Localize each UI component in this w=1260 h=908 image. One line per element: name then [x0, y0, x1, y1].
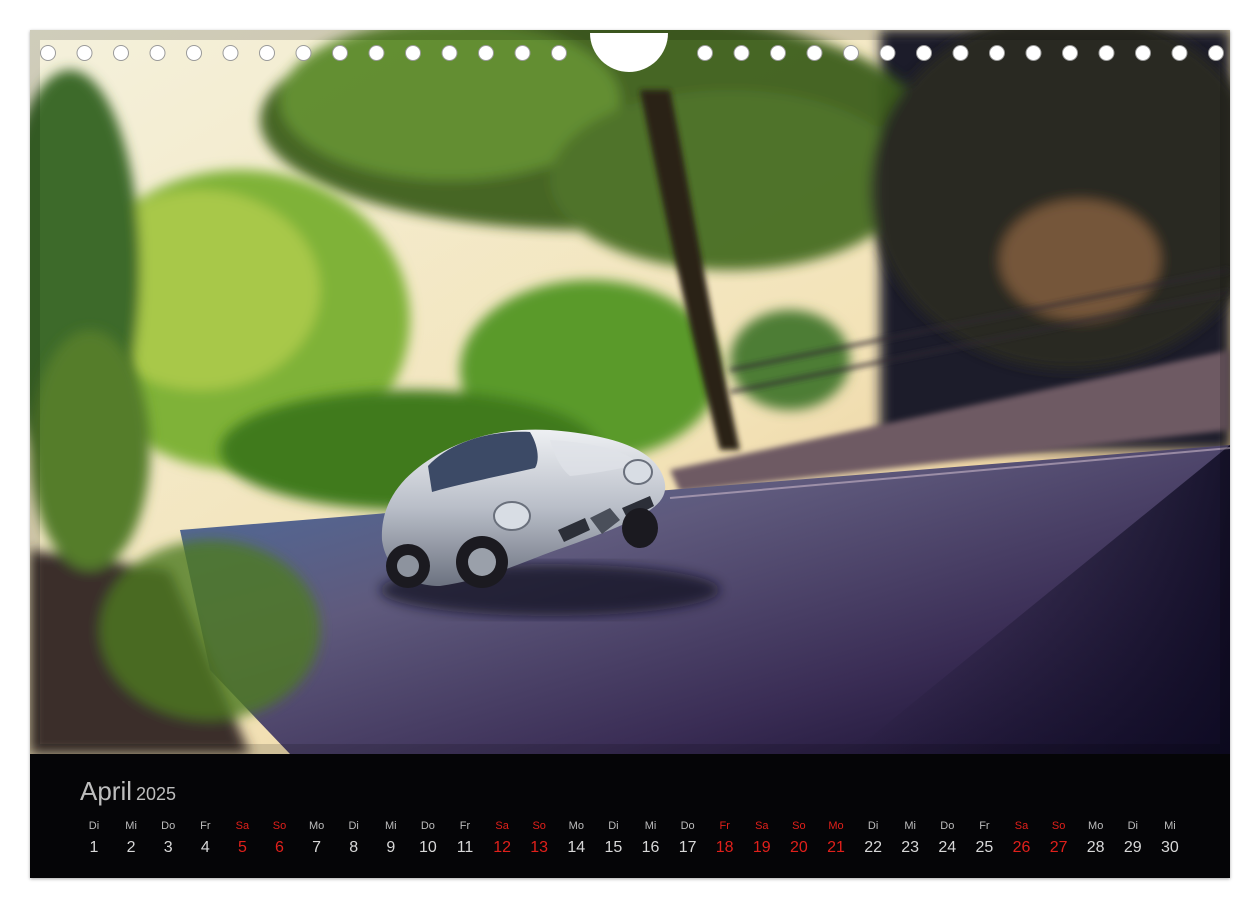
calendar-day: Mi 16	[632, 818, 670, 860]
weekday-label: Fr	[719, 820, 730, 832]
calendar-day: Mi 9	[372, 818, 410, 860]
calendar-strip: April 2025 Di 1 Mi 2 Do 3 Fr 4 Sa 5 So 6 Mo 7 Di 8 Mi 9 Do 1…	[30, 754, 1230, 878]
calendar-day: Di 15	[594, 818, 632, 860]
day-number: 6	[275, 839, 284, 856]
weekday-label: Do	[940, 820, 955, 832]
weekday-label: Sa	[1014, 820, 1029, 832]
calendar-day: Di 1	[75, 818, 113, 860]
day-number: 21	[827, 839, 845, 856]
day-number: 4	[200, 839, 210, 856]
weekday-label: Fr	[979, 820, 990, 832]
day-number: 8	[349, 839, 359, 856]
weekday-label: Mi	[904, 820, 916, 832]
calendar-day: Do 17	[669, 818, 707, 860]
calendar-day: So 6	[261, 818, 299, 860]
calendar-day: Fr 11	[446, 818, 484, 860]
day-number: 26	[1012, 839, 1031, 856]
day-number: 9	[386, 839, 396, 856]
weekday-label: Di	[608, 820, 619, 832]
calendar-day: Mi 2	[112, 818, 150, 860]
calendar-day: Di 8	[335, 818, 373, 860]
weekday-label: Do	[680, 820, 695, 832]
weekday-label: Di	[348, 820, 359, 832]
day-number: 16	[641, 839, 660, 856]
weekday-label: Do	[420, 820, 435, 832]
day-number: 7	[312, 839, 322, 856]
weekday-label: Mo	[568, 820, 584, 832]
calendar-day: Mi 23	[891, 818, 929, 860]
calendar-day: Mo 14	[557, 818, 595, 860]
day-number: 17	[678, 839, 697, 856]
weekday-label: Mi	[384, 820, 397, 832]
calendar-page: April 2025 Di 1 Mi 2 Do 3 Fr 4 Sa 5 So 6 Mo 7 Di 8 Mi 9 Do 1…	[30, 30, 1230, 878]
weekday-label: Mo	[1088, 820, 1104, 832]
day-number: 23	[901, 839, 920, 856]
weekday-label: Di	[867, 820, 879, 832]
weekday-label: Mo	[828, 820, 844, 832]
calendar-day: Mo 21	[817, 818, 855, 860]
day-number: 28	[1086, 839, 1105, 856]
weekday-label: Sa	[755, 820, 769, 832]
day-number: 20	[789, 839, 808, 856]
day-number: 5	[237, 839, 247, 856]
calendar-day: Do 24	[928, 818, 966, 860]
calendar-day: So 13	[520, 818, 558, 860]
weekday-label: Sa	[495, 820, 509, 832]
calendar-day: Mo 7	[298, 818, 336, 860]
photo	[30, 30, 1230, 754]
weekday-label: Sa	[235, 820, 250, 832]
weekday-label: Di	[88, 820, 100, 832]
calendar-day: Sa 19	[743, 818, 781, 860]
day-number: 14	[567, 839, 586, 856]
calendar-day: Do 10	[409, 818, 447, 860]
calendar-day: Mo 28	[1077, 818, 1115, 860]
weekday-label: Mi	[644, 820, 657, 832]
day-number: 19	[752, 839, 771, 856]
day-number: 1	[89, 839, 99, 856]
calendar-day: So 27	[1040, 818, 1078, 860]
year-label: 2025	[136, 784, 177, 804]
day-number: 11	[456, 839, 474, 856]
calendar-day: Di 22	[854, 818, 892, 860]
month-name: April	[80, 776, 133, 806]
weekday-label: So	[272, 820, 287, 832]
calendar-day: Sa 12	[483, 818, 521, 860]
day-number: 3	[163, 839, 173, 856]
day-grid: Di 1 Mi 2 Do 3 Fr 4 Sa 5 So 6 Mo 7 Di 8 Mi 9 Do 10 Fr 11 Sa 12 S…	[75, 818, 1195, 868]
day-number: 24	[938, 839, 957, 856]
calendar-day: So 20	[780, 818, 818, 860]
day-number: 2	[126, 839, 136, 856]
calendar-day: Fr 18	[706, 818, 744, 860]
calendar-day: Do 3	[149, 818, 187, 860]
weekday-label: So	[792, 820, 806, 832]
weekday-label: Di	[1127, 820, 1138, 832]
day-number: 27	[1049, 839, 1068, 856]
day-number: 15	[604, 839, 623, 856]
weekday-label: Mi	[125, 820, 137, 832]
weekday-label: So	[532, 820, 546, 832]
month-title: April 2025	[80, 776, 176, 807]
calendar-day: Fr 4	[186, 818, 224, 860]
weekday-label: Fr	[200, 820, 211, 832]
weekday-label: So	[1051, 820, 1066, 832]
day-number: 13	[530, 839, 549, 856]
calendar-day: Mi 30	[1151, 818, 1189, 860]
calendar-day: Sa 26	[1003, 818, 1041, 860]
calendar-day: Fr 25	[965, 818, 1003, 860]
weekday-label: Fr	[459, 820, 471, 832]
day-number: 30	[1160, 839, 1179, 856]
day-number: 29	[1123, 839, 1142, 856]
weekday-label: Mi	[1164, 820, 1176, 832]
calendar-day: Sa 5	[223, 818, 261, 860]
day-number: 18	[715, 839, 734, 856]
day-number: 10	[418, 839, 437, 856]
day-number: 12	[493, 839, 511, 856]
day-number: 22	[864, 839, 882, 856]
weekday-label: Mo	[308, 820, 325, 832]
weekday-label: Do	[161, 820, 176, 832]
day-number: 25	[975, 839, 994, 856]
calendar-day: Di 29	[1114, 818, 1152, 860]
